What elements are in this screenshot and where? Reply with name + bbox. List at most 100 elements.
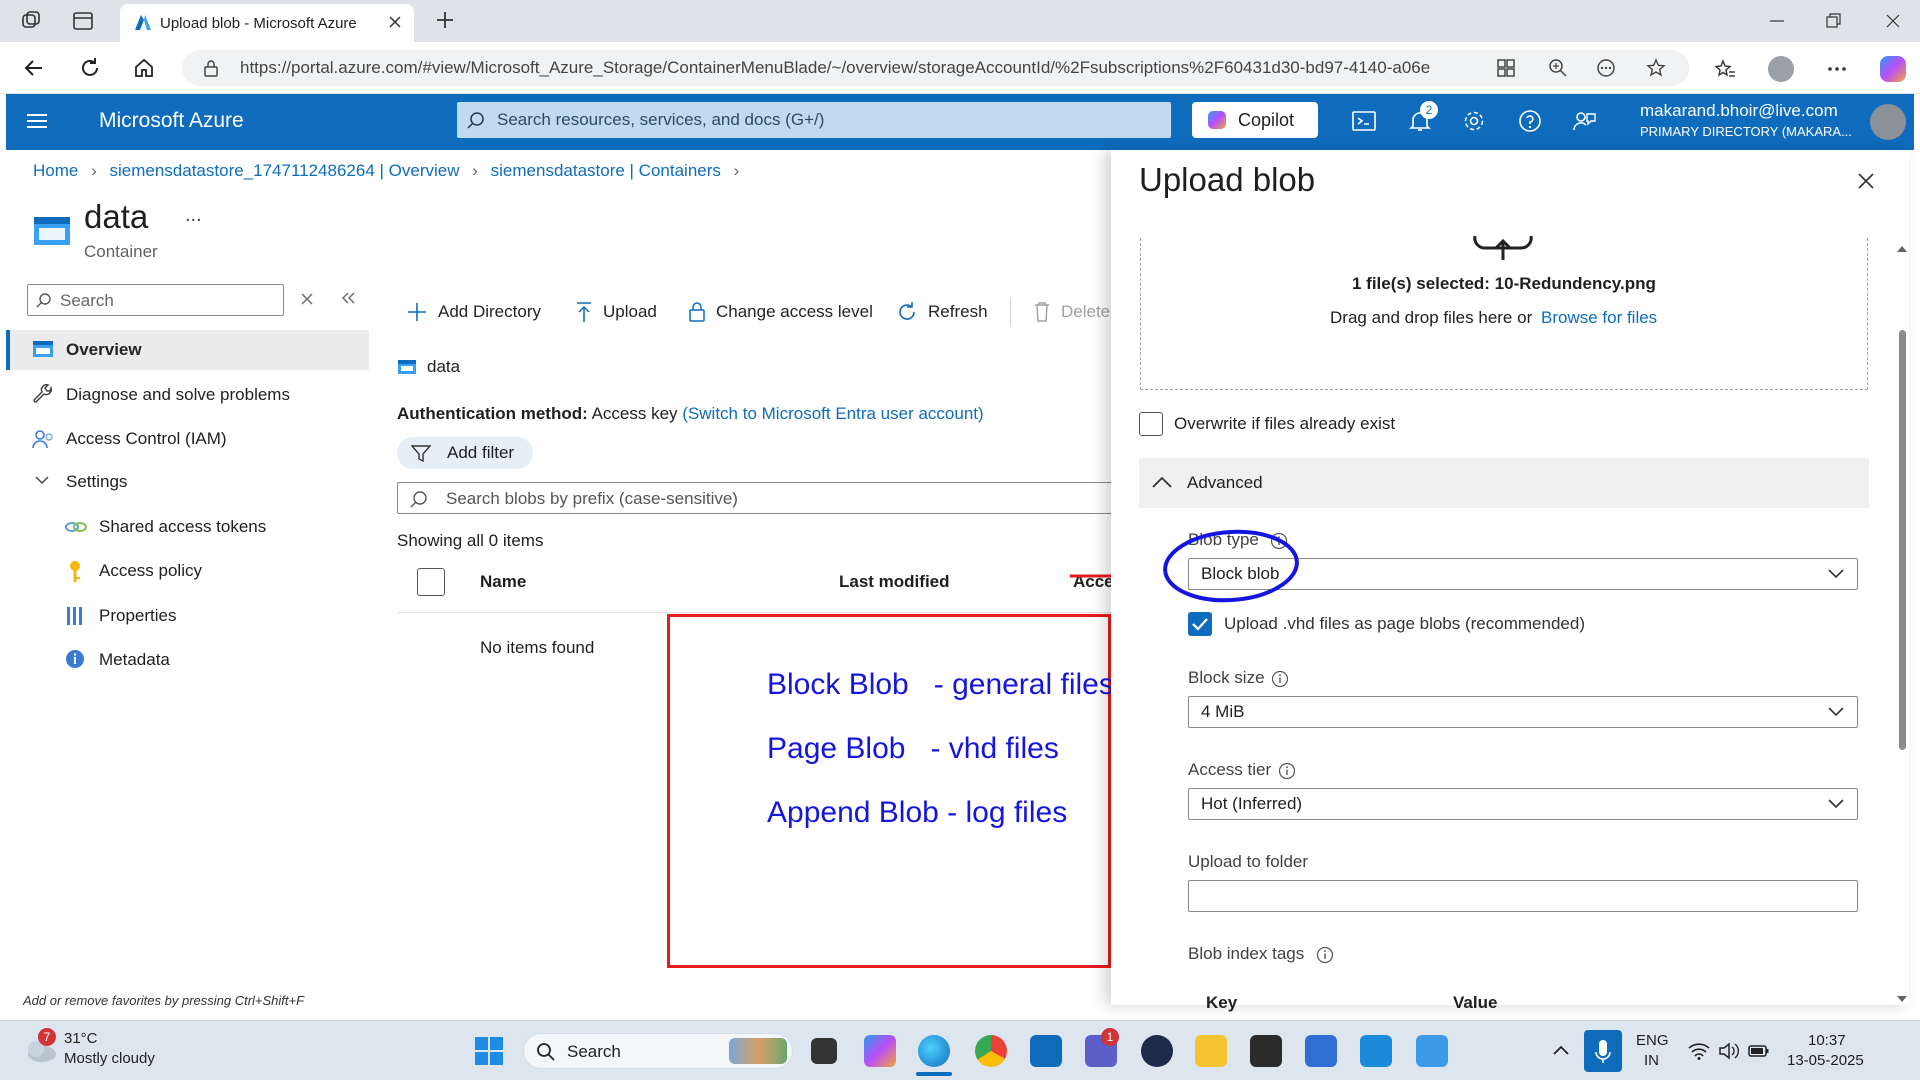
refresh-page-icon[interactable] [78,56,102,80]
zoom-icon[interactable] [1548,58,1568,78]
favorite-star-icon[interactable] [1646,58,1666,78]
profile-avatar[interactable] [1768,56,1794,82]
site-info-icon[interactable] [202,59,220,77]
column-header-name[interactable]: Name [480,572,526,592]
block-size-info-icon[interactable] [1271,670,1289,688]
address-bar[interactable]: https://portal.azure.com/#view/Microsoft… [182,50,1689,86]
copilot-sidebar-icon[interactable] [1880,56,1906,82]
browse-files-link[interactable]: Browse for files [1541,308,1657,327]
global-search-input[interactable]: Search resources, services, and docs (G+… [457,102,1171,138]
settings-gear-icon[interactable] [1462,109,1486,133]
refresh-button[interactable]: Refresh [896,296,988,328]
search-blobs-input[interactable]: Search blobs by prefix (case-sensitive) [397,482,1111,514]
user-email[interactable]: makarand.bhoir@live.com [1640,101,1838,121]
scrollbar-thumb[interactable] [1899,330,1906,750]
breadcrumb-containers[interactable]: siemensdatastore | Containers [491,161,721,180]
microphone-icon[interactable] [1584,1030,1622,1072]
sidebar-group-settings[interactable]: Settings [66,472,127,492]
tray-overflow-chevron-icon[interactable] [1552,1044,1570,1056]
add-filter-button[interactable]: Add filter [397,437,533,469]
close-panel-icon[interactable] [1856,171,1876,191]
battery-icon[interactable] [1748,1043,1770,1059]
advanced-section-header[interactable]: Advanced [1139,458,1869,508]
column-header-last-modified[interactable]: Last modified [839,572,950,592]
home-icon[interactable] [132,56,156,80]
upload-folder-input[interactable] [1188,880,1858,912]
access-tier-select[interactable]: Hot (Inferred) [1188,788,1858,820]
chrome-icon[interactable] [975,1035,1007,1067]
notepad-icon[interactable] [1305,1035,1337,1067]
sidebar-item-shared-access-tokens[interactable]: Shared access tokens [99,517,266,537]
copilot-button[interactable]: Copilot [1192,102,1318,138]
chevron-down-icon[interactable] [34,474,50,486]
workspaces-icon[interactable] [20,10,42,32]
index-tags-info-icon[interactable] [1316,946,1334,964]
sidebar-item-diagnose[interactable]: Diagnose and solve problems [66,385,290,405]
clear-search-icon[interactable] [300,292,314,306]
overwrite-checkbox[interactable] [1139,412,1163,436]
select-all-checkbox[interactable] [417,568,445,596]
extensions-icon[interactable] [1596,58,1616,78]
eclipse-icon[interactable] [1141,1035,1173,1067]
task-view-icon[interactable] [811,1038,837,1064]
taskbar-search[interactable]: Search [523,1033,793,1069]
terminal-icon[interactable] [1250,1035,1282,1067]
feedback-icon[interactable] [1572,109,1596,133]
breadcrumb-storage-overview[interactable]: siemensdatastore_1747112486264 | Overvie… [110,161,460,180]
access-tier-info-icon[interactable] [1278,762,1296,780]
clock-time[interactable]: 10:37 [1808,1032,1846,1049]
file-explorer-icon[interactable] [1195,1035,1227,1067]
breadcrumb-home[interactable]: Home [33,161,78,180]
block-size-select[interactable]: 4 MiB [1188,696,1858,728]
current-folder[interactable]: data [427,357,460,377]
edge-browser-icon[interactable] [918,1035,950,1067]
sidebar-item-properties[interactable]: Properties [99,606,176,626]
outlook-icon[interactable] [1030,1035,1062,1067]
change-access-level-button[interactable]: Change access level [688,296,873,328]
volume-icon[interactable] [1718,1042,1740,1060]
start-windows-icon[interactable] [474,1036,504,1066]
sidebar-item-access-policy[interactable]: Access policy [99,561,202,581]
menu-search-input[interactable]: Search [27,284,284,316]
input-region[interactable]: IN [1644,1052,1659,1069]
cloud-shell-icon[interactable] [1352,110,1376,132]
add-directory-button[interactable]: Add Directory [406,296,541,328]
favorites-icon[interactable] [1714,58,1736,80]
minimize-icon[interactable] [1768,12,1786,30]
restore-icon[interactable] [1824,12,1842,30]
upload-button[interactable]: Upload [575,296,657,328]
delete-button[interactable]: Delete [1033,296,1111,328]
copilot-app-icon[interactable] [864,1035,896,1067]
collapse-menu-icon[interactable] [340,290,356,306]
scroll-down-icon[interactable] [1895,994,1909,1004]
sidebar-item-metadata[interactable]: Metadata [99,650,170,670]
switch-auth-link[interactable]: (Switch to Microsoft Entra user account) [682,404,983,423]
wifi-icon[interactable] [1688,1042,1710,1060]
tab-actions-icon[interactable] [72,10,94,32]
new-tab-icon[interactable] [434,9,456,31]
tab-close-icon[interactable] [388,15,402,29]
sidebar-item-overview[interactable]: Overview [66,340,142,360]
weather-temp[interactable]: 31°C [64,1030,98,1047]
app-available-icon[interactable] [1496,58,1516,78]
scroll-up-icon[interactable] [1895,244,1909,254]
sidebar-item-iam[interactable]: Access Control (IAM) [66,429,227,449]
help-icon[interactable] [1518,109,1542,133]
vscode-icon[interactable] [1360,1035,1392,1067]
user-directory[interactable]: PRIMARY DIRECTORY (MAKARA... [1640,124,1852,139]
more-options-icon[interactable]: ... [185,204,202,227]
global-search-placeholder: Search resources, services, and docs (G+… [497,110,825,129]
browser-tab-active[interactable]: Upload blob - Microsoft Azure [120,4,414,42]
input-language[interactable]: ENG [1636,1032,1669,1049]
panel-scrollbar[interactable] [1895,238,1909,1008]
weather-condition[interactable]: Mostly cloudy [64,1050,155,1067]
paint-icon[interactable] [1416,1035,1448,1067]
clock-date[interactable]: 13-05-2025 [1787,1052,1864,1069]
close-window-icon[interactable] [1884,12,1902,30]
portal-menu-icon[interactable] [26,112,48,130]
user-avatar[interactable] [1870,104,1906,140]
upload-vhd-checkbox[interactable] [1188,612,1212,636]
browser-menu-icon[interactable] [1826,60,1848,78]
azure-brand[interactable]: Microsoft Azure [99,109,244,133]
back-icon[interactable] [22,56,46,80]
